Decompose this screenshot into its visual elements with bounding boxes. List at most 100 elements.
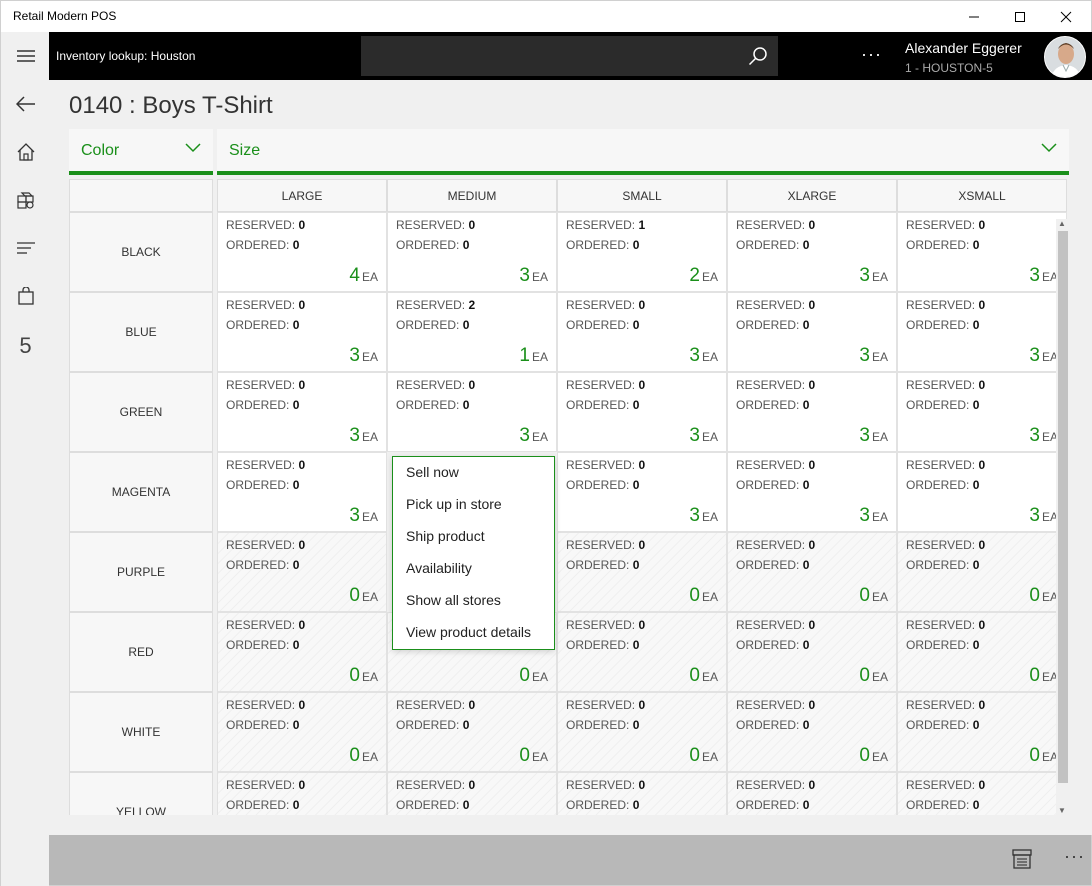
reserved-value: 0 [638, 698, 646, 712]
scroll-down-icon[interactable]: ▼ [1058, 806, 1066, 815]
inventory-cell[interactable]: RESERVED: 0 ORDERED: 0 0 EA [727, 692, 897, 772]
reserved-label: RESERVED: [906, 458, 976, 472]
inventory-cell[interactable]: RESERVED: 0 ORDERED: 0 0 EA [217, 532, 387, 612]
ordered-line: ORDERED: 0 [906, 238, 979, 252]
inventory-cell[interactable]: RESERVED: 0 ORDERED: 0 0 EA [897, 692, 1067, 772]
ordered-label: ORDERED: [566, 238, 630, 252]
orders-button[interactable] [1, 276, 50, 316]
quantity: 0 EA [689, 665, 718, 687]
unit-label: EA [701, 430, 718, 444]
user-name[interactable]: Alexander Eggerer [905, 40, 1022, 56]
context-menu-item[interactable]: Show all stores [406, 592, 501, 608]
reserved-value: 0 [808, 378, 816, 392]
quantity-value: 0 [859, 745, 870, 766]
inventory-cell[interactable]: RESERVED: 0 ORDERED: 0 3 EA [727, 372, 897, 452]
header-more-button[interactable]: ··· [861, 44, 882, 65]
ordered-value: 0 [292, 558, 300, 572]
inventory-cell[interactable]: RESERVED: 0 ORDERED: 0 4 EA [217, 212, 387, 292]
context-menu-item[interactable]: View product details [406, 624, 531, 640]
hamburger-menu-button[interactable] [1, 36, 50, 76]
unit-label: EA [701, 350, 718, 364]
inventory-cell[interactable]: RESERVED: 0 ORDERED: 0 0 EA [557, 612, 727, 692]
inventory-cell[interactable]: RESERVED: 0 ORDERED: 0 0 EA [217, 692, 387, 772]
unit-label: EA [531, 270, 548, 284]
inventory-cell[interactable]: RESERVED: 0 ORDERED: 0 [897, 772, 1067, 815]
shift-number[interactable]: 5 [1, 326, 50, 366]
minimize-icon [969, 16, 979, 18]
reserved-value: 2 [468, 298, 476, 312]
ordered-value: 0 [292, 798, 300, 812]
inventory-cell[interactable]: RESERVED: 0 ORDERED: 0 0 EA [387, 692, 557, 772]
inventory-cell[interactable]: RESERVED: 0 ORDERED: 0 0 EA [217, 612, 387, 692]
reserved-line: RESERVED: 0 [226, 378, 305, 392]
minimize-button[interactable] [951, 1, 997, 33]
quantity: 0 EA [1029, 585, 1058, 607]
inventory-cell[interactable]: RESERVED: 0 ORDERED: 0 0 EA [557, 692, 727, 772]
inventory-cell[interactable]: RESERVED: 0 ORDERED: 0 3 EA [897, 212, 1067, 292]
inventory-cell[interactable]: RESERVED: 0 ORDERED: 0 3 EA [897, 292, 1067, 372]
maximize-button[interactable] [997, 1, 1043, 33]
ordered-value: 0 [972, 638, 980, 652]
search-input[interactable] [361, 36, 741, 76]
ordered-label: ORDERED: [566, 558, 630, 572]
ordered-line: ORDERED: 0 [566, 638, 639, 652]
color-row-header: BLACK [69, 212, 213, 292]
ordered-value: 0 [802, 718, 810, 732]
avatar[interactable] [1044, 36, 1086, 78]
ordered-label: ORDERED: [396, 398, 460, 412]
inventory-cell[interactable]: RESERVED: 0 ORDERED: 0 0 EA [897, 532, 1067, 612]
inventory-cell[interactable]: RESERVED: 0 ORDERED: 0 3 EA [897, 372, 1067, 452]
inventory-cell[interactable]: RESERVED: 0 ORDERED: 0 3 EA [217, 372, 387, 452]
inventory-cell[interactable]: RESERVED: 0 ORDERED: 0 3 EA [557, 372, 727, 452]
bottom-more-button[interactable]: ··· [1064, 846, 1085, 867]
search-button[interactable] [748, 46, 768, 71]
store-button[interactable] [1011, 848, 1033, 875]
inventory-cell[interactable]: RESERVED: 0 ORDERED: 0 3 EA [557, 452, 727, 532]
reserved-value: 0 [298, 298, 306, 312]
inventory-cell[interactable]: RESERVED: 0 ORDERED: 0 3 EA [557, 292, 727, 372]
current-transaction-button[interactable] [1, 228, 50, 268]
context-menu-item[interactable]: Ship product [406, 528, 485, 544]
reserved-label: RESERVED: [226, 298, 296, 312]
unit-label: EA [701, 670, 718, 684]
color-filter-dropdown[interactable]: Color [69, 129, 213, 175]
inventory-cell[interactable]: RESERVED: 0 ORDERED: 0 3 EA [727, 452, 897, 532]
ordered-value: 0 [802, 318, 810, 332]
products-button[interactable] [1, 180, 50, 220]
inventory-cell[interactable]: RESERVED: 0 ORDERED: 0 3 EA [727, 292, 897, 372]
inventory-cell[interactable]: RESERVED: 0 ORDERED: 0 0 EA [897, 612, 1067, 692]
matrix-scrollbar[interactable]: ▲ ▼ [1056, 219, 1070, 815]
unit-label: EA [871, 510, 888, 524]
inventory-cell[interactable]: RESERVED: 0 ORDERED: 0 3 EA [387, 372, 557, 452]
context-menu-item[interactable]: Pick up in store [406, 496, 502, 512]
reserved-line: RESERVED: 0 [566, 538, 645, 552]
inventory-cell[interactable]: RESERVED: 0 ORDERED: 0 [727, 772, 897, 815]
context-menu-item[interactable]: Availability [406, 560, 472, 576]
size-filter-dropdown[interactable]: Size [217, 129, 1069, 175]
inventory-cell[interactable]: RESERVED: 0 ORDERED: 0 [387, 772, 557, 815]
inventory-cell[interactable]: RESERVED: 0 ORDERED: 0 3 EA [387, 212, 557, 292]
inventory-cell[interactable]: RESERVED: 0 ORDERED: 0 [557, 772, 727, 815]
ordered-value: 0 [972, 718, 980, 732]
inventory-cell[interactable]: RESERVED: 0 ORDERED: 0 [217, 772, 387, 815]
inventory-cell[interactable]: RESERVED: 0 ORDERED: 0 3 EA [897, 452, 1067, 532]
inventory-cell[interactable]: RESERVED: 1 ORDERED: 0 2 EA [557, 212, 727, 292]
inventory-cell[interactable]: RESERVED: 2 ORDERED: 0 1 EA [387, 292, 557, 372]
scrollbar-thumb[interactable] [1058, 231, 1068, 783]
close-button[interactable] [1043, 1, 1089, 33]
inventory-cell[interactable]: RESERVED: 0 ORDERED: 0 3 EA [727, 212, 897, 292]
unit-label: EA [361, 510, 378, 524]
back-button[interactable] [1, 84, 50, 124]
reserved-value: 0 [978, 538, 986, 552]
reserved-line: RESERVED: 0 [566, 698, 645, 712]
inventory-cell[interactable]: RESERVED: 0 ORDERED: 0 3 EA [217, 452, 387, 532]
home-button[interactable] [1, 132, 50, 172]
reserved-line: RESERVED: 1 [566, 218, 645, 232]
inventory-cell[interactable]: RESERVED: 0 ORDERED: 0 3 EA [217, 292, 387, 372]
inventory-cell[interactable]: RESERVED: 0 ORDERED: 0 0 EA [727, 612, 897, 692]
inventory-cell[interactable]: RESERVED: 0 ORDERED: 0 0 EA [557, 532, 727, 612]
context-menu-item[interactable]: Sell now [406, 464, 459, 480]
context-menu: Sell now Pick up in store Ship product Avai… [392, 456, 555, 650]
scroll-up-icon[interactable]: ▲ [1058, 219, 1066, 228]
inventory-cell[interactable]: RESERVED: 0 ORDERED: 0 0 EA [727, 532, 897, 612]
